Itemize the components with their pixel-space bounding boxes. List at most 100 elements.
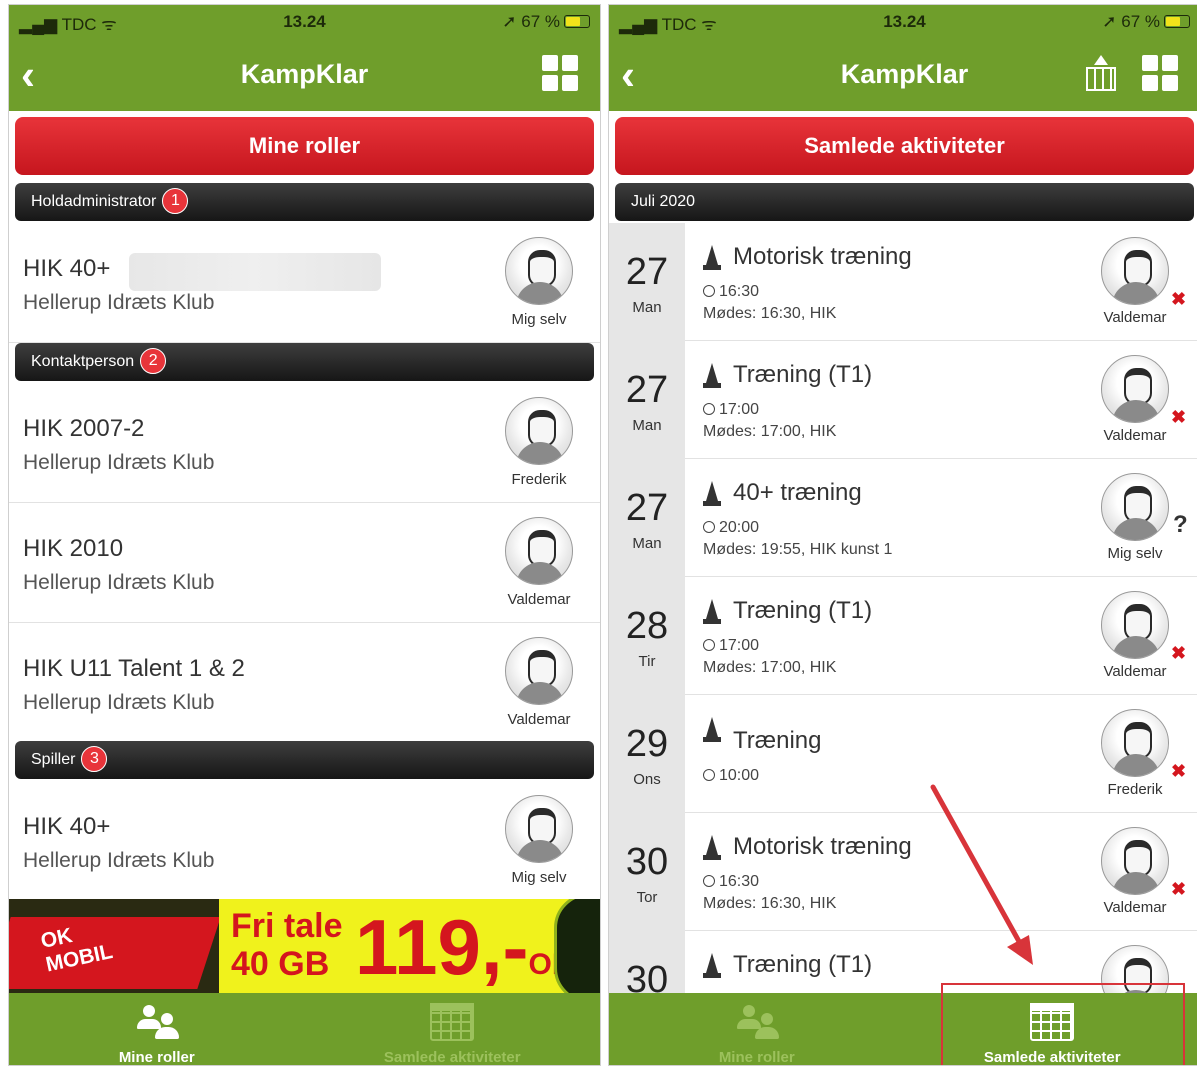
- date-column: 30: [609, 931, 685, 995]
- avatar: [1101, 827, 1169, 895]
- date-day: 27: [625, 251, 669, 293]
- date-day: 28: [625, 605, 669, 647]
- top-bar: ▂▄▆ TDC ᯤ 13.24 ➚ 67 % ‹ KampKlar: [9, 5, 600, 111]
- status-bar: ▂▄▆ TDC ᯤ 13.24 ➚ 67 %: [9, 5, 600, 39]
- activity-row[interactable]: 27 Man 40+ træning 20:00 Mødes: 19:55, H…: [609, 459, 1197, 577]
- cone-icon: [703, 717, 721, 743]
- avatar-name: Frederik: [511, 471, 567, 488]
- grid-menu-icon[interactable]: [542, 55, 578, 91]
- activity-time: 17:00: [703, 401, 759, 419]
- date-day: 29: [625, 723, 669, 765]
- declined-icon[interactable]: ✖: [1171, 407, 1186, 428]
- role-row[interactable]: HIK 40+ Hellerup Idræts Klub Mig selv: [9, 223, 600, 343]
- screen-mine-roller: ▂▄▆ TDC ᯤ 13.24 ➚ 67 % ‹ KampKlar Mine r…: [8, 4, 601, 1066]
- calendar-icon: [430, 1003, 475, 1041]
- activity-meeting: Mødes: 16:30, HIK: [703, 895, 837, 912]
- date-day: 30: [625, 959, 669, 995]
- section-kontaktperson: Kontaktperson 2: [15, 343, 594, 381]
- activity-row[interactable]: 27 Man Træning (T1) 17:00 Mødes: 17:00, …: [609, 341, 1197, 459]
- declined-icon[interactable]: ✖: [1171, 761, 1186, 782]
- avatar: [505, 517, 573, 585]
- date-weekday: Man: [632, 299, 662, 316]
- date-column: 27 Man: [609, 459, 685, 577]
- unanswered-icon[interactable]: ?: [1173, 511, 1188, 539]
- cone-icon: [703, 363, 721, 389]
- activity-row[interactable]: 27 Man Motorisk træning 16:30 Mødes: 16:…: [609, 223, 1197, 341]
- date-column: 28 Tir: [609, 577, 685, 695]
- activity-meeting: Mødes: 17:00, HIK: [703, 423, 837, 440]
- role-row[interactable]: HIK 2007-2 Hellerup Idræts Klub Frederik: [9, 383, 600, 503]
- declined-icon[interactable]: ✖: [1171, 643, 1186, 664]
- clock-icon: [703, 403, 715, 415]
- activity-title: Træning (T1): [733, 951, 873, 978]
- ad-banner[interactable]: OK MOBIL Fri tale 40 GB 119,-OK: [9, 899, 600, 995]
- grid-menu-icon[interactable]: [1142, 55, 1178, 91]
- ad-offer-text: Fri tale 40 GB: [231, 907, 343, 983]
- role-row[interactable]: HIK 2010 Hellerup Idræts Klub Valdemar: [9, 503, 600, 623]
- tab-mine-roller[interactable]: Mine roller: [609, 993, 905, 1065]
- avatar-name: Mig selv: [1107, 545, 1163, 562]
- tab-samlede-aktiviteter[interactable]: Samlede aktiviteter: [305, 993, 601, 1065]
- battery-icon: [564, 15, 590, 28]
- avatar-name: Frederik: [1107, 781, 1163, 798]
- tab-bar: Mine roller Samlede aktiviteter: [9, 993, 600, 1065]
- activity-meeting: Mødes: 19:55, HIK kunst 1: [703, 541, 893, 558]
- status-bar: ▂▄▆ TDC ᯤ 13.24 ➚ 67 %: [609, 5, 1197, 39]
- blurred-text: [129, 253, 381, 291]
- battery-icon: [1164, 15, 1190, 28]
- section-spiller: Spiller 3: [15, 741, 594, 779]
- date-weekday: Tir: [638, 653, 656, 670]
- date-day: 30: [625, 841, 669, 883]
- team-name: HIK 40+: [23, 813, 111, 840]
- activity-meeting: Mødes: 17:00, HIK: [703, 659, 837, 676]
- club-name: Hellerup Idræts Klub: [23, 691, 215, 714]
- avatar: [1101, 355, 1169, 423]
- avatar: [505, 795, 573, 863]
- declined-icon[interactable]: ✖: [1171, 879, 1186, 900]
- declined-icon[interactable]: ✖: [1171, 289, 1186, 310]
- role-row[interactable]: HIK U11 Talent 1 & 2 Hellerup Idræts Klu…: [9, 623, 600, 743]
- team-name: HIK U11 Talent 1 & 2: [23, 655, 245, 682]
- people-icon: [735, 1003, 779, 1041]
- activity-list: 27 Man Motorisk træning 16:30 Mødes: 16:…: [609, 223, 1197, 995]
- date-day: 27: [625, 369, 669, 411]
- battery-indicator: ➚ 67 %: [502, 12, 590, 32]
- cone-icon: [703, 245, 721, 271]
- cone-icon: [703, 481, 721, 507]
- calendar-export-icon[interactable]: [1084, 55, 1118, 91]
- month-header: Juli 2020: [615, 183, 1194, 221]
- activity-row[interactable]: 30 Tor Motorisk træning 16:30 Mødes: 16:…: [609, 813, 1197, 931]
- club-name: Hellerup Idræts Klub: [23, 571, 215, 594]
- role-row[interactable]: HIK 40+ Hellerup Idræts Klub Mig selv: [9, 781, 600, 901]
- activity-time: 20:00: [703, 519, 759, 537]
- nav-row: ‹ KampKlar: [609, 49, 1197, 105]
- date-column: 30 Tor: [609, 813, 685, 931]
- section-label: Holdadministrator: [31, 193, 157, 210]
- activity-row[interactable]: 29 Ons Træning 10:00 Frederik ✖: [609, 695, 1197, 813]
- avatar-name: Mig selv: [511, 869, 567, 886]
- tab-label: Mine roller: [118, 1049, 195, 1066]
- battery-indicator: ➚ 67 %: [1102, 12, 1190, 32]
- annotation-highlight-box: [941, 983, 1185, 1065]
- avatar-name: Valdemar: [507, 591, 571, 608]
- mine-roller-header: Mine roller: [15, 117, 594, 175]
- activity-title: Træning: [733, 727, 822, 754]
- top-bar: ▂▄▆ TDC ᯤ 13.24 ➚ 67 % ‹ KampKlar: [609, 5, 1197, 111]
- clock-icon: [703, 639, 715, 651]
- avatar-name: Valdemar: [1103, 309, 1167, 326]
- date-weekday: Man: [632, 417, 662, 434]
- activity-title: Motorisk træning: [733, 243, 912, 270]
- avatar: [505, 637, 573, 705]
- club-name: Hellerup Idræts Klub: [23, 451, 215, 474]
- tab-mine-roller[interactable]: Mine roller: [9, 993, 305, 1065]
- activity-meeting: Mødes: 16:30, HIK: [703, 305, 837, 322]
- team-name: HIK 2010: [23, 535, 124, 562]
- section-label: Spiller: [31, 751, 76, 768]
- avatar-name: Mig selv: [511, 311, 567, 328]
- activity-row[interactable]: 28 Tir Træning (T1) 17:00 Mødes: 17:00, …: [609, 577, 1197, 695]
- avatar: [1101, 709, 1169, 777]
- club-name: Hellerup Idræts Klub: [23, 849, 215, 872]
- club-name: Hellerup Idræts Klub: [23, 291, 215, 314]
- section-badge: 3: [81, 746, 108, 772]
- clock-icon: [703, 285, 715, 297]
